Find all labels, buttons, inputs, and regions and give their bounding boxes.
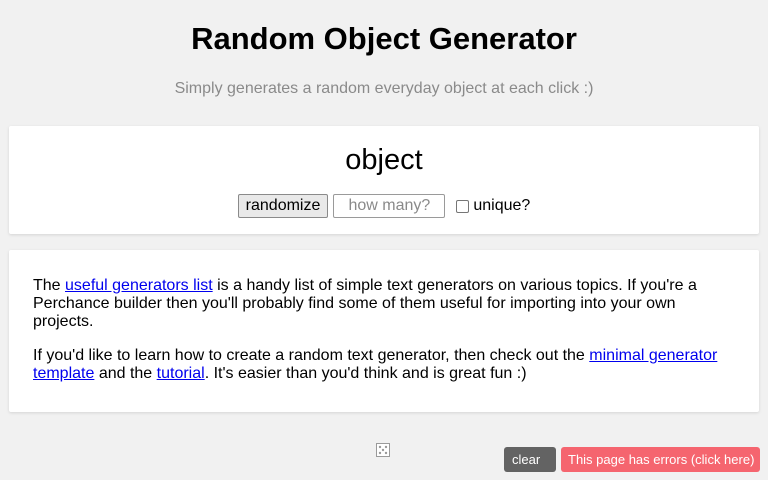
randomize-button[interactable]: randomize <box>237 194 329 218</box>
page-subtitle: Simply generates a random everyday objec… <box>174 80 594 97</box>
unique-checkbox[interactable] <box>456 199 470 213</box>
clear-button[interactable]: clear <box>504 447 556 472</box>
page: Random Object Generator Simply generates… <box>0 0 768 480</box>
tutorial-link[interactable]: tutorial <box>157 365 205 382</box>
unique-toggle[interactable]: unique? <box>456 197 530 215</box>
generator-controls: randomize unique? <box>9 194 759 218</box>
info-paragraph-tutorial: If you'd like to learn how to create a r… <box>33 347 733 383</box>
useful-generators-link[interactable]: useful generators list <box>65 277 213 294</box>
page-errors-button[interactable]: This page has errors (click here) <box>561 447 760 472</box>
generator-card: object randomize unique? <box>9 126 759 234</box>
dice-icon[interactable] <box>376 443 390 457</box>
info-text-segment: . It's easier than you'd think and is gr… <box>204 365 527 382</box>
info-text-segment: and the <box>94 365 157 382</box>
clear-label: clear <box>512 452 541 467</box>
count-input[interactable] <box>333 194 446 218</box>
page-title: Random Object Generator <box>191 21 577 56</box>
info-card: The useful generators list is a handy li… <box>9 250 759 412</box>
info-text: The useful generators list is a handy li… <box>33 277 733 399</box>
generated-output: object <box>345 144 423 176</box>
info-paragraph-generators: The useful generators list is a handy li… <box>33 277 733 331</box>
info-text-segment: If you'd like to learn how to create a r… <box>33 347 590 364</box>
unique-label: unique? <box>473 197 531 214</box>
info-text-segment: The <box>33 277 66 294</box>
